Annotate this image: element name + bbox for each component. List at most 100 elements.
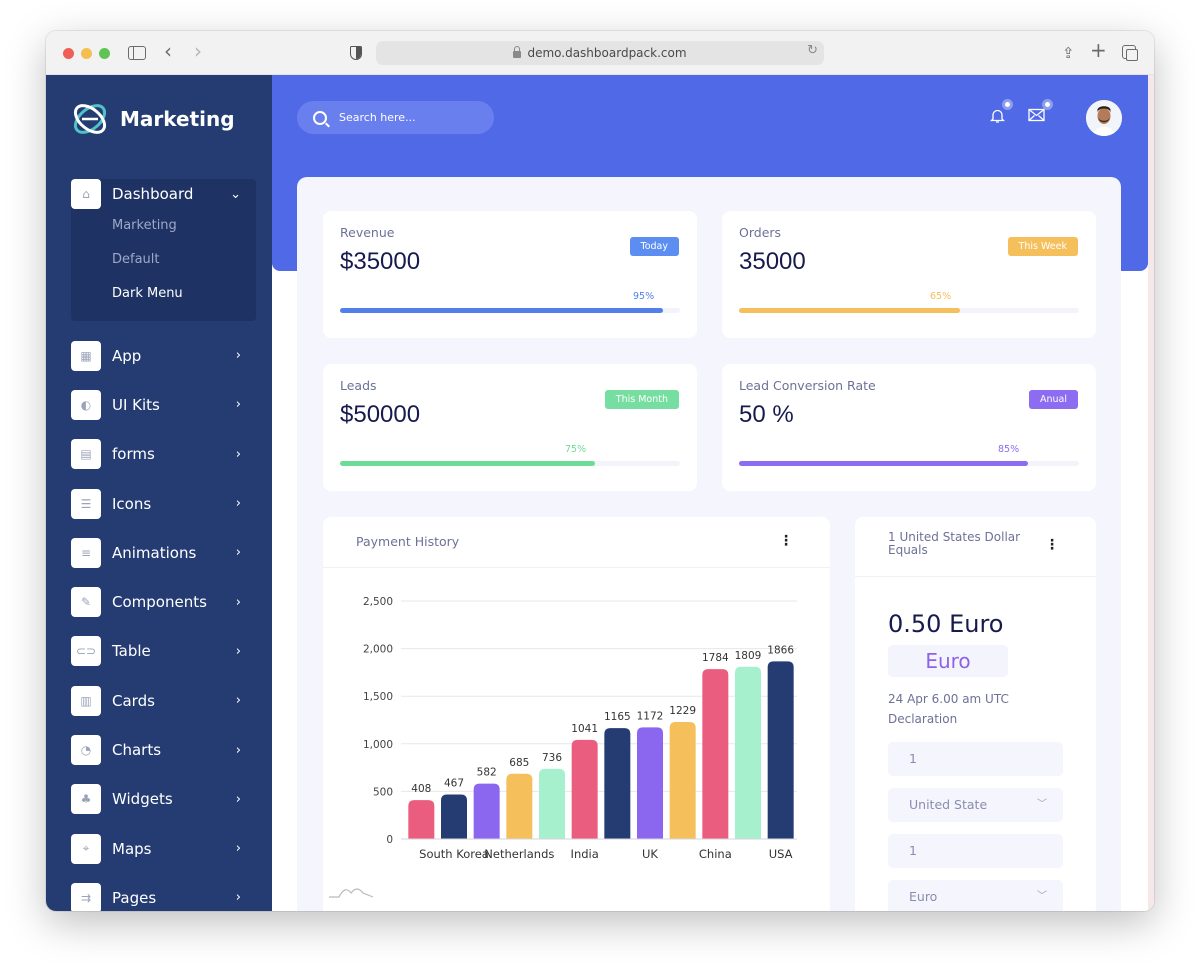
period-badge[interactable]: Anual [1028, 390, 1078, 409]
sidebar-item-label: UI Kits [112, 395, 160, 414]
period-badge[interactable]: This Week [1007, 237, 1078, 256]
sidebar-subitem-dark-menu[interactable]: Dark Menu [71, 277, 256, 311]
address-bar[interactable]: demo.dashboardpack.com ↻ [376, 41, 824, 65]
notification-dot [1002, 99, 1013, 110]
y-tick-label: 500 [373, 786, 393, 798]
scroll-edge [1148, 75, 1154, 911]
sidebar-item-widgets[interactable]: ♣ Widgets › [71, 775, 256, 824]
notifications-button[interactable] [989, 99, 1013, 128]
amount-to-input[interactable]: 1 [888, 834, 1063, 868]
bar[interactable] [441, 794, 467, 839]
mail-icon [1028, 108, 1045, 122]
chevron-right-icon: › [235, 841, 241, 857]
components-icon: ✎ [71, 587, 101, 618]
sidebar-item-forms[interactable]: ▤ forms › [71, 430, 256, 479]
period-badge[interactable]: This Month [604, 390, 679, 409]
icons-icon: ☰ [71, 488, 101, 519]
bar-value-label: 1172 [637, 710, 664, 722]
search-input[interactable] [339, 111, 479, 124]
bar[interactable] [637, 727, 663, 839]
bar[interactable] [735, 666, 761, 839]
conversion-timestamp: 24 Apr 6.00 am UTC [888, 692, 1009, 706]
tab-overview-icon[interactable] [1122, 45, 1138, 61]
sidebar-item-table[interactable]: ⊂⊃ Table › [71, 627, 256, 676]
main-content: Revenue $35000 Today 95% Orders 35000 This Wee… [297, 177, 1121, 911]
sidebar-item-ui-kits[interactable]: ◐ UI Kits › [71, 380, 256, 429]
messages-button[interactable] [1028, 99, 1053, 126]
x-tick-label: India [571, 847, 599, 861]
currency-to-value: Euro [909, 889, 938, 904]
bar[interactable] [408, 800, 435, 839]
period-badge[interactable]: Today [629, 237, 679, 256]
progress-fill [340, 461, 595, 466]
stat-card-lead-conversion-rate: Lead Conversion Rate 50 % Anual 85% [722, 364, 1096, 491]
reload-icon[interactable]: ↻ [807, 43, 818, 58]
bar-value-label: 1784 [702, 652, 729, 664]
progress-label: 85% [998, 444, 1020, 455]
amount-to-value: 1 [909, 843, 917, 858]
sidebar-item-cards[interactable]: ▥ Cards › [71, 676, 256, 725]
chevron-right-icon: › [235, 348, 241, 364]
sidebar-subitem-marketing[interactable]: Marketing [71, 209, 256, 243]
sidebar-item-components[interactable]: ✎ Components › [71, 577, 256, 626]
chevron-right-icon: › [235, 397, 241, 413]
back-icon[interactable]: ‹ [164, 41, 172, 61]
close-window-button[interactable] [63, 48, 74, 59]
sidebar-item-label: Animations [112, 543, 197, 562]
bar[interactable] [539, 768, 565, 839]
amount-from-input[interactable]: 1 [888, 742, 1063, 776]
maximize-window-button[interactable] [99, 48, 110, 59]
bar[interactable] [669, 721, 696, 839]
search-icon [313, 110, 327, 125]
forward-icon[interactable]: › [194, 41, 202, 61]
sidebar-item-maps[interactable]: ⌖ Maps › [71, 824, 256, 873]
sidebar-subitem-default[interactable]: Default [71, 243, 256, 277]
bar[interactable] [473, 783, 500, 839]
sidebar-item-dashboard[interactable]: ⌂ Dashboard ⌄ [71, 179, 256, 209]
currency-to-select[interactable]: Euro ﹀ [888, 880, 1063, 911]
sidebar-item-pages[interactable]: ⇉ Pages › [71, 873, 256, 911]
chevron-down-icon: ﹀ [1037, 891, 1047, 902]
bar-value-label: 408 [411, 783, 431, 795]
bar-value-label: 1866 [767, 644, 794, 656]
progress-fill [739, 308, 960, 313]
user-avatar[interactable] [1086, 100, 1122, 136]
more-options-icon[interactable]: ⋮ [1045, 538, 1059, 552]
chevron-right-icon: › [235, 693, 241, 709]
sidebar-item-icons[interactable]: ☰ Icons › [71, 479, 256, 528]
bar[interactable] [506, 773, 533, 839]
x-tick-label: China [699, 847, 732, 861]
bar-value-label: 467 [444, 778, 464, 790]
minimize-window-button[interactable] [81, 48, 92, 59]
stat-title: Revenue [340, 225, 395, 240]
bar[interactable] [604, 728, 631, 839]
more-options-icon[interactable]: ⋮ [779, 534, 793, 548]
stat-card-revenue: Revenue $35000 Today 95% [323, 211, 697, 338]
share-icon[interactable]: ⇪ [1062, 43, 1075, 63]
stat-value: $35000 [340, 248, 421, 275]
bar[interactable] [571, 739, 598, 839]
sidebar-item-label: Pages [112, 888, 157, 907]
progress-track [340, 461, 680, 466]
sidebar-item-charts[interactable]: ◔ Charts › [71, 725, 256, 774]
sidebar-item-label: forms [112, 445, 155, 464]
sidebar-item-label: Maps [112, 839, 152, 858]
sidebar-toggle-icon[interactable] [128, 46, 146, 60]
new-tab-icon[interactable]: + [1090, 40, 1107, 60]
payment-history-header: Payment History ⋮ [323, 517, 830, 568]
privacy-shield-icon[interactable] [350, 46, 362, 60]
bar[interactable] [767, 661, 794, 839]
converter-title: 1 United States Dollar Equals [888, 530, 1021, 557]
bar[interactable] [702, 669, 729, 839]
bar-value-label: 685 [509, 757, 529, 769]
home-icon: ⌂ [71, 179, 101, 209]
chevron-right-icon: › [235, 643, 241, 659]
currency-from-select[interactable]: United State ﹀ [888, 788, 1063, 822]
brand[interactable]: Marketing [70, 99, 235, 139]
sidebar-item-label: Charts [112, 741, 162, 760]
progress-fill [739, 461, 1028, 466]
sidebar-item-animations[interactable]: ≡ Animations › [71, 528, 256, 577]
search-box[interactable] [297, 101, 494, 134]
chart-icon: ◔ [71, 735, 101, 766]
sidebar-item-app[interactable]: ▦ App › [71, 331, 256, 380]
